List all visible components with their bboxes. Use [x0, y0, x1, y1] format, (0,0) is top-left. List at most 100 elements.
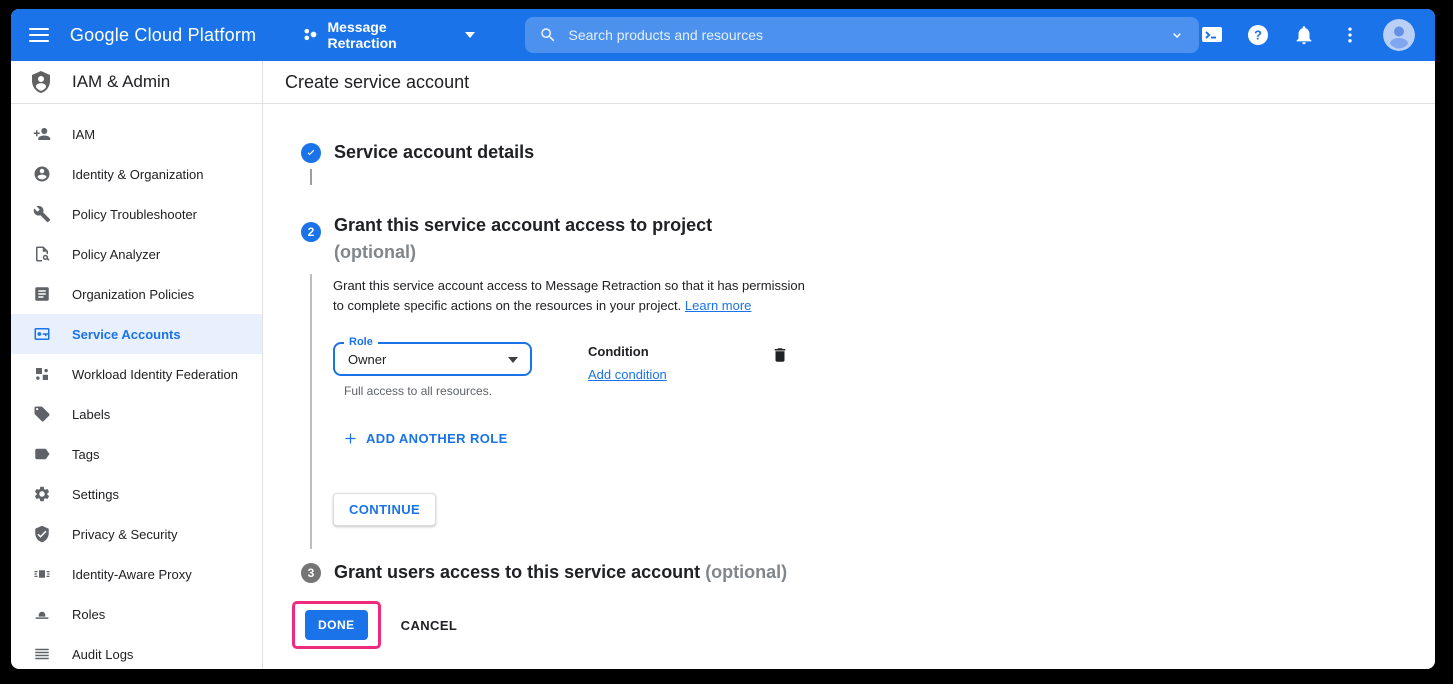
service-account-icon	[33, 325, 51, 343]
document-search-icon	[33, 245, 51, 263]
role-helper-text: Full access to all resources.	[344, 384, 532, 398]
done-button[interactable]: DONE	[305, 610, 368, 640]
sidebar-item-label: Audit Logs	[72, 647, 133, 662]
sidebar-item-identity-organization[interactable]: Identity & Organization	[11, 154, 262, 194]
cancel-button[interactable]: CANCEL	[401, 618, 458, 633]
role-select-label: Role	[344, 336, 378, 348]
sidebar-item-audit-logs[interactable]: Audit Logs	[11, 634, 262, 669]
sidebar-item-label: IAM	[72, 127, 95, 142]
avatar[interactable]	[1383, 19, 1415, 51]
project-icon	[302, 26, 319, 44]
step1-complete-check-icon	[301, 143, 321, 163]
sidebar-item-label: Labels	[72, 407, 110, 422]
step2-description-line2: to complete specific actions on the reso…	[333, 298, 681, 313]
plus-icon	[343, 431, 358, 446]
notifications-bell-icon[interactable]	[1291, 22, 1317, 48]
document-icon	[33, 285, 51, 303]
shield-check-icon	[33, 525, 51, 543]
form-actions: DONE CANCEL	[292, 601, 1435, 649]
step2-description: Grant this service account access to Mes…	[333, 276, 1435, 316]
condition-label: Condition	[588, 344, 667, 359]
sidebar-item-privacy-security[interactable]: Privacy & Security	[11, 514, 262, 554]
annotation-highlight-box: DONE	[292, 601, 381, 649]
sidebar-item-label: Policy Analyzer	[72, 247, 160, 262]
sidebar-item-identity-aware-proxy[interactable]: Identity-Aware Proxy	[11, 554, 262, 594]
audit-logs-icon	[33, 645, 51, 663]
sidebar-item-label: Privacy & Security	[72, 527, 177, 542]
svg-text:?: ?	[1254, 28, 1262, 43]
sidebar-item-policy-analyzer[interactable]: Policy Analyzer	[11, 234, 262, 274]
sidebar-item-label: Workload Identity Federation	[72, 367, 238, 382]
add-condition-link[interactable]: Add condition	[588, 367, 667, 382]
sidebar-item-label: Settings	[72, 487, 119, 502]
sidebar-title: IAM & Admin	[72, 72, 170, 92]
sidebar: IAM & Admin IAM Identity & Organization …	[11, 61, 263, 669]
topbar-actions: ?	[1199, 19, 1421, 51]
sidebar-item-label: Identity & Organization	[72, 167, 204, 182]
sidebar-item-label: Identity-Aware Proxy	[72, 567, 192, 582]
sidebar-item-label: Roles	[72, 607, 105, 622]
condition-column: Condition Add condition	[588, 342, 667, 384]
role-selected-value: Owner	[348, 352, 386, 367]
step-connector	[310, 169, 312, 185]
step3-optional-label: (optional)	[705, 562, 787, 582]
search-bar[interactable]	[525, 17, 1200, 53]
step3-grant-users-access-header: 3 Grant users access to this service acc…	[301, 562, 1435, 583]
page-title: Create service account	[285, 72, 469, 93]
cloud-shell-icon[interactable]	[1199, 22, 1225, 48]
add-another-role-button[interactable]: ADD ANOTHER ROLE	[343, 431, 508, 446]
sidebar-item-organization-policies[interactable]: Organization Policies	[11, 274, 262, 314]
step3-title-text: Grant users access to this service accou…	[334, 562, 700, 582]
role-row: Role Owner Full access to all resources.…	[333, 342, 1435, 398]
step2-description-line1: Grant this service account access to Mes…	[333, 278, 805, 293]
search-icon	[539, 26, 557, 44]
sidebar-item-workload-identity-federation[interactable]: Workload Identity Federation	[11, 354, 262, 394]
learn-more-link[interactable]: Learn more	[685, 298, 751, 313]
search-input[interactable]	[569, 27, 1170, 43]
step2-number-badge: 2	[301, 222, 321, 242]
step1-service-account-details: Service account details	[301, 142, 1435, 163]
sidebar-item-label: Policy Troubleshooter	[72, 207, 197, 222]
label-icon	[33, 405, 51, 423]
search-expand-chevron-icon[interactable]	[1169, 27, 1185, 43]
sidebar-item-iam[interactable]: IAM	[11, 114, 262, 154]
step3-title: Grant users access to this service accou…	[334, 562, 787, 583]
account-circle-icon	[33, 165, 51, 183]
gcp-console-window: Google Cloud Platform Message Retraction…	[11, 9, 1435, 669]
iam-admin-shield-icon	[29, 70, 53, 94]
workload-federation-icon	[33, 365, 51, 383]
sidebar-item-labels[interactable]: Labels	[11, 394, 262, 434]
step1-title: Service account details	[334, 142, 534, 163]
proxy-icon	[33, 565, 51, 583]
sidebar-item-settings[interactable]: Settings	[11, 474, 262, 514]
help-icon[interactable]: ?	[1245, 22, 1271, 48]
sidebar-item-roles[interactable]: Roles	[11, 594, 262, 634]
chevron-down-icon	[465, 32, 475, 38]
add-another-role-label: ADD ANOTHER ROLE	[366, 431, 508, 446]
dropdown-arrow-icon	[508, 357, 518, 363]
continue-button[interactable]: CONTINUE	[333, 493, 436, 526]
sidebar-item-label: Organization Policies	[72, 287, 194, 302]
kebab-menu-icon[interactable]	[1337, 22, 1363, 48]
sidebar-item-policy-troubleshooter[interactable]: Policy Troubleshooter	[11, 194, 262, 234]
sidebar-item-label: Tags	[72, 447, 99, 462]
step3-number-badge: 3	[301, 563, 321, 583]
project-name: Message Retraction	[328, 19, 455, 51]
sidebar-item-label: Service Accounts	[72, 327, 181, 342]
person-add-icon	[33, 125, 51, 143]
sidebar-item-tags[interactable]: Tags	[11, 434, 262, 474]
create-service-account-form: Service account details 2 Grant this ser…	[263, 104, 1435, 669]
project-picker[interactable]: Message Retraction	[302, 19, 474, 51]
tag-icon	[33, 445, 51, 463]
sidebar-item-service-accounts[interactable]: Service Accounts	[11, 314, 262, 354]
wrench-icon	[33, 205, 51, 223]
step2-body: Grant this service account access to Mes…	[310, 274, 1435, 549]
gcp-logo[interactable]: Google Cloud Platform	[70, 25, 256, 46]
top-navigation-bar: Google Cloud Platform Message Retraction…	[11, 9, 1435, 61]
step2-grant-access-header: 2 Grant this service account access to p…	[301, 212, 1435, 266]
gear-icon	[33, 485, 51, 503]
hamburger-menu-icon[interactable]	[25, 17, 60, 53]
delete-role-trash-icon[interactable]	[771, 346, 791, 366]
step2-title: Grant this service account access to pro…	[334, 212, 712, 238]
role-select[interactable]: Role Owner	[333, 342, 532, 376]
